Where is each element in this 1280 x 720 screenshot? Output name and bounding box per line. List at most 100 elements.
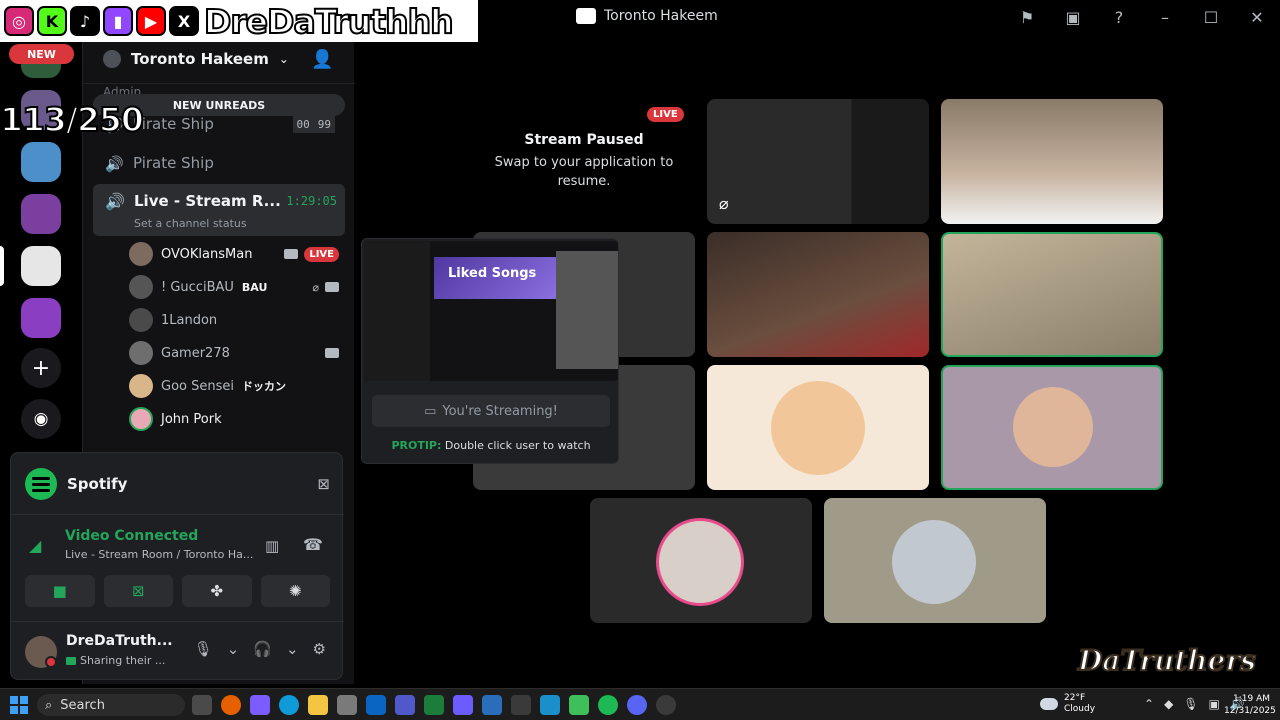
screen-share-icon: ▭ [424,403,437,419]
app-icon[interactable] [482,695,502,715]
server-icon[interactable] [21,194,61,234]
headphones-icon[interactable]: 🎧 [253,640,272,658]
add-server-button[interactable]: + [21,348,61,388]
video-tile[interactable]: ⌀ [707,99,929,224]
app-icon[interactable] [540,695,560,715]
taskbar-search[interactable]: ⌕ Search [37,694,185,716]
activity-name: Spotify [67,475,128,493]
server-icon-selected[interactable] [21,246,61,286]
spotify-icon[interactable] [598,695,618,715]
close-icon[interactable]: ✕ [1234,0,1280,34]
voice-user-row[interactable]: Goo Sensei ドッカン [129,371,339,401]
streaming-label: You're Streaming! [442,403,558,419]
maximize-icon[interactable]: ☐ [1188,0,1234,34]
video-tile-speaking[interactable] [941,365,1163,490]
video-tile[interactable] [941,99,1163,224]
chevron-down-icon[interactable]: ⌄ [227,640,240,658]
teams-icon[interactable] [395,695,415,715]
screen-share-button[interactable]: ⊠ [103,575,173,607]
voice-user-row[interactable]: 1Landon [129,305,339,335]
follower-counter: 113/250 [0,99,145,140]
weather-condition: Cloudy [1064,704,1096,714]
discover-button[interactable]: ◉ [21,399,61,439]
new-badge[interactable]: NEW [9,44,74,64]
avatar [129,374,153,398]
minimize-icon[interactable]: – [1142,0,1188,34]
voice-user-row[interactable]: OVOKlansMan LIVE [129,239,339,269]
task-view-icon[interactable] [192,695,212,715]
stop-activity-icon[interactable]: ⊠ [317,475,330,493]
inbox-icon[interactable]: ▣ [1050,0,1096,34]
speaker-icon: 🔊 [105,192,125,211]
weather-widget[interactable]: 22°F Cloudy [1040,693,1095,715]
username[interactable]: DreDaTruth... [66,633,173,649]
voice-actions: ■ ⊠ ✤ ✺ [25,575,330,607]
soundboard-icon: ✺ [288,582,302,600]
windows-start-icon[interactable] [10,696,28,714]
flag-icon[interactable]: ⚑ [1004,0,1050,34]
help-icon[interactable]: ? [1096,0,1142,34]
user-name: ! GucciBAU [161,279,234,295]
video-tile[interactable] [590,498,812,623]
stream-preview[interactable]: Liked Songs [364,241,618,381]
live-badge: LIVE [647,107,684,122]
user-tags: LIVE [284,246,339,262]
user-name: Gamer278 [161,345,230,361]
streaming-button[interactable]: ▭ You're Streaming! [372,395,610,427]
twitch-icon: ▮ [103,6,133,36]
mic-icon[interactable]: 🎙 [1183,697,1198,711]
server-icon[interactable] [21,142,61,182]
soundboard-button[interactable]: ✺ [260,575,330,607]
store-icon[interactable] [337,695,357,715]
app-icon[interactable] [424,695,444,715]
settings-gear-icon[interactable]: ⚙ [313,640,326,658]
edge-icon[interactable] [279,695,299,715]
clock[interactable]: 1:19 AM 12/31/2025 [1224,693,1276,717]
video-tile[interactable] [707,365,929,490]
video-tile[interactable] [824,498,1046,623]
speaker-icon: 🔊 [105,155,124,173]
voice-status[interactable]: Video Connected [65,528,198,544]
search-label: Search [60,697,105,713]
app-icon[interactable] [511,695,531,715]
app-icon[interactable] [250,695,270,715]
video-tile-speaking[interactable] [941,232,1163,357]
network-icon[interactable]: ▣ [1209,697,1220,711]
channel-pirate-ship-2[interactable]: 🔊 Pirate Ship [93,146,345,180]
noise-suppression-icon[interactable]: ▥ [265,537,279,555]
stream-paused-title: Stream Paused [524,132,644,148]
activities-button[interactable]: ✤ [182,575,252,607]
user-controls: 🎙 ⌄ 🎧 ⌄ ⚙ [194,640,326,658]
guild-tag: ドッカン [242,380,286,393]
chevron-up-icon[interactable]: ⌃ [1144,697,1154,711]
disconnect-icon[interactable]: ☎ [303,535,323,554]
outlook-icon[interactable] [366,695,386,715]
channel-counts: 00 99 [292,115,335,133]
chevron-down-icon[interactable]: ⌄ [286,640,299,658]
discord-icon[interactable] [627,695,647,715]
avatar [129,308,153,332]
voice-user-row[interactable]: ! GucciBAU BAU ⌀ [129,272,339,302]
voice-user-row[interactable]: Gamer278 [129,338,339,368]
camera-button[interactable]: ■ [25,575,95,607]
voice-location[interactable]: Live - Stream Room / Toronto Ha... [65,548,253,561]
app-icon[interactable] [656,695,676,715]
file-explorer-icon[interactable] [308,695,328,715]
set-channel-status[interactable]: Set a channel status [134,217,247,230]
camera-icon [284,249,299,259]
firefox-icon[interactable] [221,695,241,715]
app-tray-icon[interactable]: ◆ [1164,697,1173,711]
streaming-icon [66,656,76,665]
time: 1:19 AM [1233,694,1270,704]
microphone-icon[interactable]: 🎙 [194,640,213,658]
server-icon[interactable] [21,298,61,338]
spotify-icon [25,468,57,500]
channel-live-stream-room[interactable]: 🔊 Live - Stream R... 1:29:05 Set a chann… [93,184,345,236]
invite-icon[interactable]: 👤 [311,49,333,70]
video-tile[interactable] [707,232,929,357]
app-icon[interactable] [453,695,473,715]
voice-user-row[interactable]: John Pork [129,404,339,434]
app-icon[interactable] [569,695,589,715]
preview-video [556,251,618,369]
activity-row[interactable]: Spotify ⊠ [25,467,330,501]
